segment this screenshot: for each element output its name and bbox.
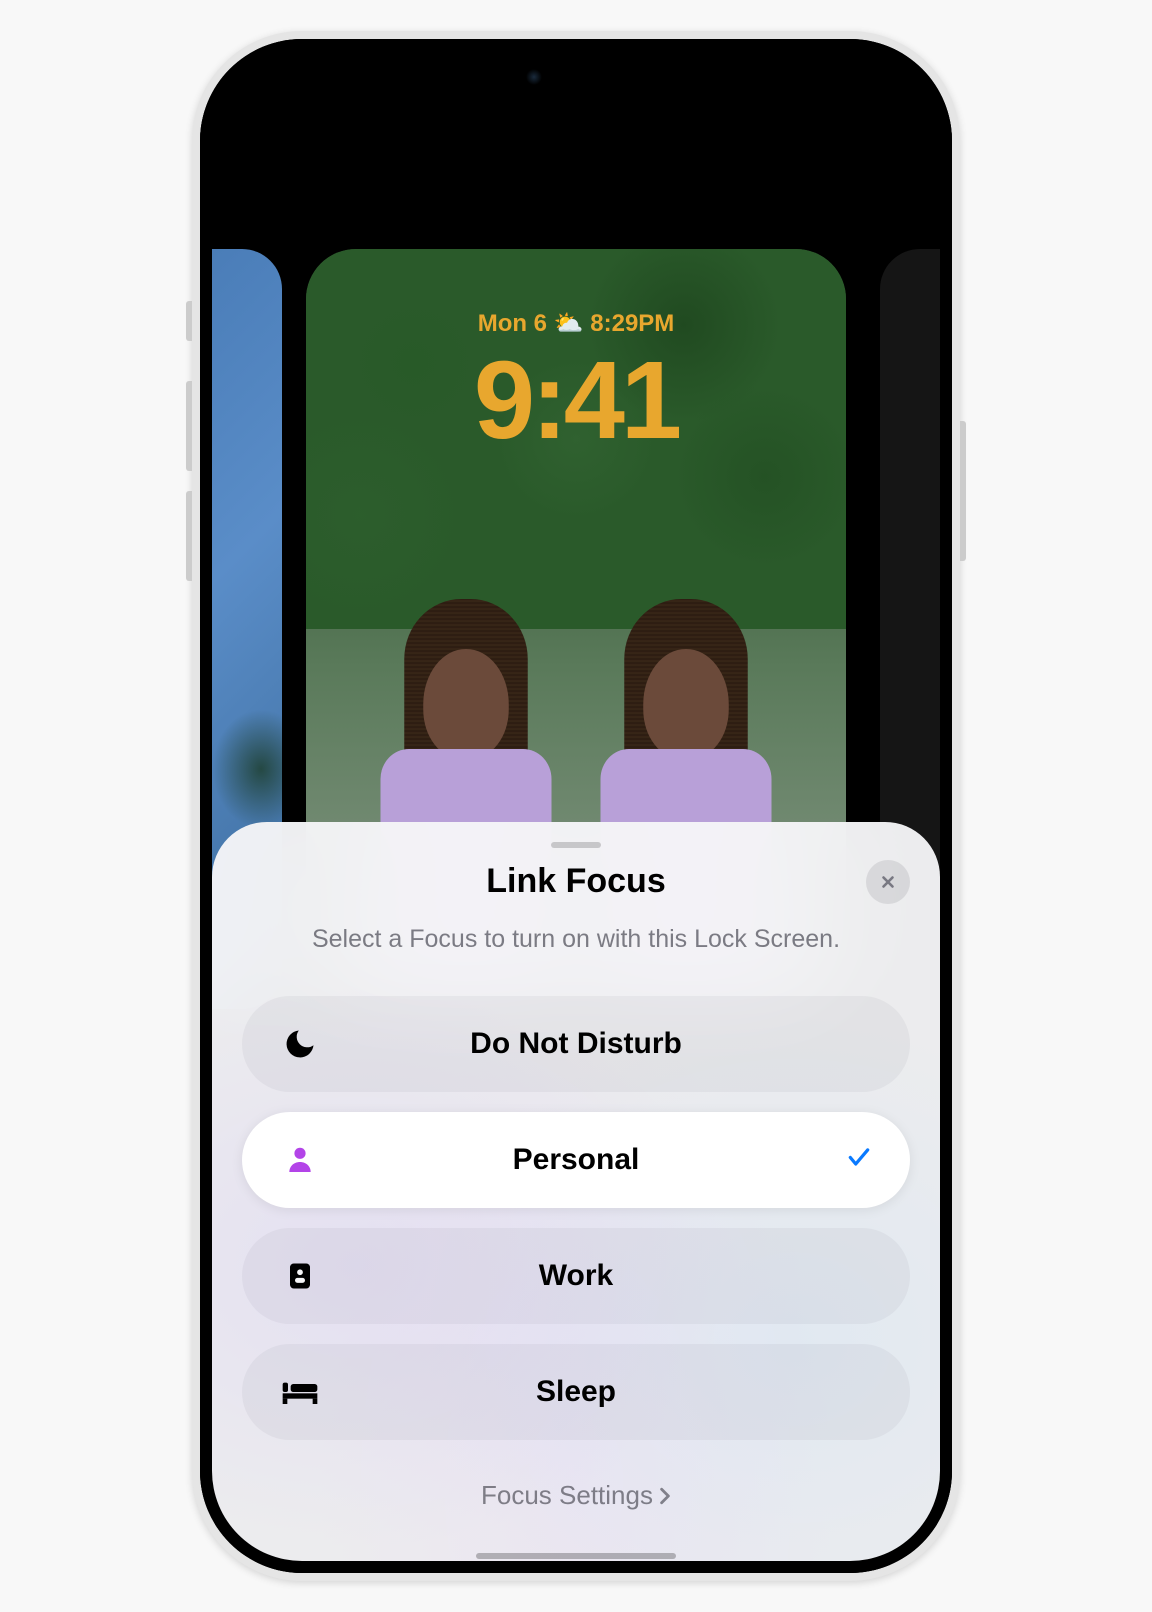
close-icon — [879, 873, 897, 891]
sheet-grabber[interactable] — [551, 842, 601, 848]
phone-frame: Mon 6 ⛅ 8:29PM 9:41 — [192, 31, 960, 1581]
checkmark-icon — [846, 1145, 872, 1176]
focus-settings-link[interactable]: Focus Settings — [242, 1480, 910, 1511]
lockscreen-date: Mon 6 ⛅ 8:29PM — [306, 309, 846, 338]
focus-option-sleep[interactable]: Sleep — [242, 1344, 910, 1440]
mute-switch — [186, 301, 192, 341]
focus-label: Work — [280, 1259, 872, 1293]
phone-screen: Mon 6 ⛅ 8:29PM 9:41 — [200, 39, 952, 1573]
focus-label: Personal — [280, 1143, 872, 1177]
screen-content: Mon 6 ⛅ 8:29PM 9:41 — [200, 39, 952, 1573]
focus-settings-label: Focus Settings — [481, 1480, 653, 1511]
focus-option-work[interactable]: Work — [242, 1228, 910, 1324]
display-notch — [446, 51, 706, 96]
home-indicator[interactable] — [476, 1553, 676, 1559]
chevron-right-icon — [659, 1487, 671, 1505]
lockscreen-time: 9:41 — [306, 337, 846, 464]
focus-option-do-not-disturb[interactable]: Do Not Disturb — [242, 996, 910, 1092]
sheet-subtitle: Select a Focus to turn on with this Lock… — [242, 925, 910, 954]
sheet-header: Link Focus — [242, 862, 910, 901]
focus-label: Do Not Disturb — [280, 1027, 872, 1061]
focus-label: Sleep — [280, 1375, 872, 1409]
volume-down-button — [186, 491, 192, 581]
sheet-title: Link Focus — [486, 862, 665, 901]
focus-option-personal[interactable]: Personal — [242, 1112, 910, 1208]
volume-up-button — [186, 381, 192, 471]
focus-list: Do Not Disturb Personal — [242, 996, 910, 1440]
link-focus-sheet: Link Focus Select a Focus to turn on wit… — [212, 822, 940, 1561]
power-button — [960, 421, 966, 561]
close-button[interactable] — [866, 860, 910, 904]
